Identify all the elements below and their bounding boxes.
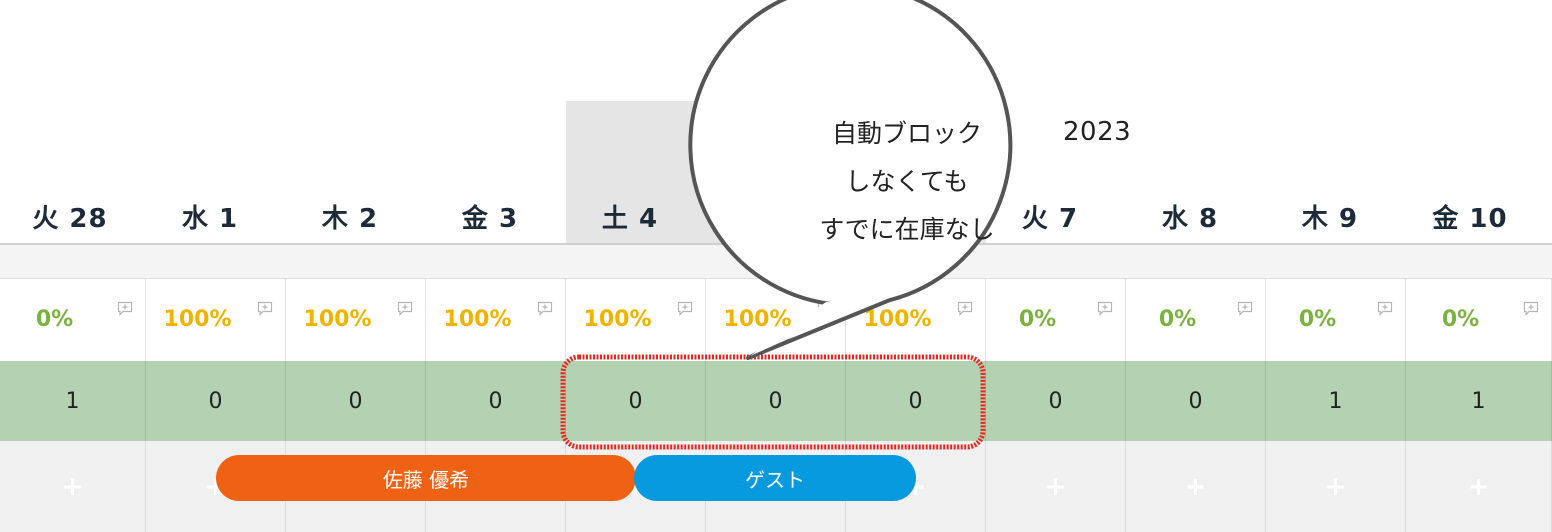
- stock-cell[interactable]: 0: [426, 361, 566, 441]
- occupancy-cell: 100%: [846, 279, 986, 361]
- day-header: 金 10: [1432, 203, 1508, 234]
- add-icon: +: [61, 471, 84, 502]
- add-booking-cell[interactable]: +: [1126, 441, 1266, 532]
- add-icon: +: [1184, 471, 1207, 502]
- day-header: 金 3: [461, 203, 519, 234]
- add-icon: +: [1467, 471, 1490, 502]
- occupancy-cell: 0%: [1406, 279, 1552, 361]
- day-header: 水 8: [1161, 203, 1219, 234]
- day-header: 土 4: [601, 203, 659, 234]
- stock-cell[interactable]: 1: [0, 361, 146, 441]
- add-icon: +: [1324, 471, 1347, 502]
- add-note-icon[interactable]: [677, 301, 693, 316]
- speech-bubble-text: 自動ブロック しなくても すでに在庫なし: [764, 110, 1050, 254]
- add-booking-cell[interactable]: +: [0, 441, 146, 532]
- add-note-icon[interactable]: [1523, 301, 1539, 316]
- add-note-icon[interactable]: [117, 301, 133, 316]
- occupancy-cell: 100%: [706, 279, 846, 361]
- stock-cell[interactable]: 0: [846, 361, 986, 441]
- occupancy-cell: 0%: [0, 279, 146, 361]
- callout-line-3: すでに在庫なし: [819, 215, 995, 244]
- booking-guest-name: ゲスト: [745, 467, 805, 492]
- occupancy-cell: 100%: [286, 279, 426, 361]
- add-note-icon[interactable]: [1377, 301, 1393, 316]
- booking-bar-second[interactable]: ゲスト: [634, 455, 916, 501]
- add-note-icon[interactable]: [817, 301, 833, 316]
- occupancy-cell: 100%: [566, 279, 706, 361]
- occupancy-cell: 0%: [1266, 279, 1406, 361]
- day-header: 火 28: [32, 203, 108, 234]
- add-note-icon[interactable]: [957, 301, 973, 316]
- add-booking-cell[interactable]: +: [1266, 441, 1406, 532]
- day-header: 水 1: [181, 203, 239, 234]
- callout-line-2: しなくても: [845, 167, 969, 196]
- add-note-icon[interactable]: [397, 301, 413, 316]
- stock-cell[interactable]: 0: [146, 361, 286, 441]
- callout-line-1: 自動ブロック: [831, 119, 982, 148]
- booking-guest-name: 佐藤 優希: [382, 467, 470, 492]
- add-note-icon[interactable]: [537, 301, 553, 316]
- booking-bar-first[interactable]: 佐藤 優希: [216, 455, 636, 501]
- add-booking-cell[interactable]: +: [986, 441, 1126, 532]
- occupancy-cell: 0%: [1126, 279, 1266, 361]
- stock-cell[interactable]: 1: [1266, 361, 1406, 441]
- occupancy-cell: 100%: [426, 279, 566, 361]
- add-note-icon[interactable]: [257, 301, 273, 316]
- occupancy-cell: 0%: [986, 279, 1126, 361]
- add-note-icon[interactable]: [1237, 301, 1253, 316]
- month-label: 2023: [1063, 117, 1132, 147]
- stock-cell[interactable]: 0: [1126, 361, 1266, 441]
- occupancy-cell: 100%: [146, 279, 286, 361]
- stock-cell[interactable]: 0: [566, 361, 706, 441]
- add-booking-cell[interactable]: +: [1406, 441, 1552, 532]
- stock-cell[interactable]: 0: [986, 361, 1126, 441]
- stock-cell[interactable]: 1: [1406, 361, 1552, 441]
- add-icon: +: [1044, 471, 1067, 502]
- add-note-icon[interactable]: [1097, 301, 1113, 316]
- stock-cell[interactable]: 0: [286, 361, 426, 441]
- day-header: 木 9: [1301, 203, 1359, 234]
- stock-cell[interactable]: 0: [706, 361, 846, 441]
- day-header: 木 2: [321, 203, 379, 234]
